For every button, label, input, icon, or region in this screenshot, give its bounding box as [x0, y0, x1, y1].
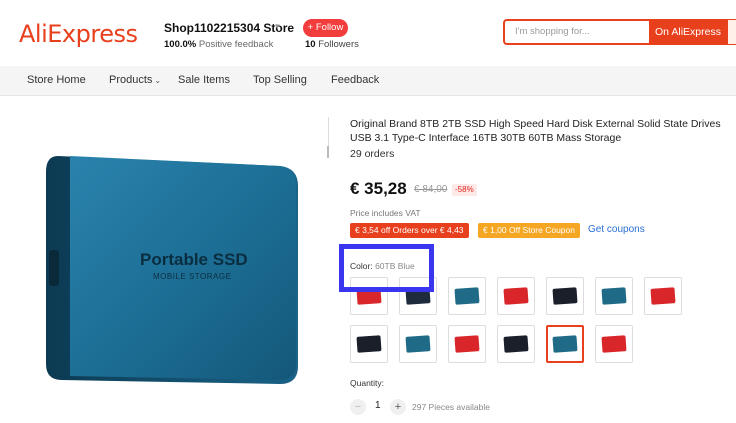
- color-swatch[interactable]: [595, 325, 633, 363]
- nav-products[interactable]: Products ⌄: [109, 74, 161, 86]
- nav-feedback[interactable]: Feedback: [331, 74, 379, 86]
- vat-note: Price includes VAT: [350, 208, 421, 218]
- nav-sale-items[interactable]: Sale Items: [178, 74, 230, 86]
- quantity-decrease-button[interactable]: −: [350, 399, 366, 415]
- nav-store-home[interactable]: Store Home: [27, 74, 86, 86]
- nav-products-label: Products: [109, 74, 153, 86]
- ssd-label: Portable SSD: [140, 250, 248, 269]
- search-scope-button[interactable]: [727, 19, 736, 45]
- color-swatch[interactable]: [644, 277, 682, 315]
- positive-feedback: 100.0% Positive feedback: [164, 39, 273, 50]
- quantity-input[interactable]: 1: [375, 400, 381, 411]
- orders-count: 29 orders: [350, 148, 395, 160]
- chevron-down-icon: ⌄: [154, 76, 162, 85]
- color-swatch[interactable]: [350, 325, 388, 363]
- follow-button[interactable]: + Follow: [303, 19, 348, 37]
- ssd-thumbnail: [503, 287, 529, 305]
- ssd-thumbnail: [552, 287, 578, 305]
- color-swatch[interactable]: [546, 325, 584, 363]
- search-button[interactable]: On AliExpress: [649, 19, 727, 45]
- ssd-thumbnail: [454, 287, 480, 305]
- original-price: € 84,00: [414, 184, 448, 195]
- ssd-thumbnail: [503, 335, 529, 353]
- followers-label: Followers: [318, 39, 359, 50]
- color-swatch[interactable]: [595, 277, 633, 315]
- ssd-thumbnail: [601, 335, 627, 353]
- followers-number: 10: [305, 39, 316, 50]
- quantity-label: Quantity:: [350, 378, 385, 388]
- ssd-thumbnail: [356, 335, 382, 353]
- store-coupon-badge[interactable]: € 1,00 Off Store Coupon: [478, 223, 580, 238]
- get-coupons-link[interactable]: Get coupons: [588, 224, 645, 235]
- coupon-badge[interactable]: € 3,54 off Orders over € 4,43: [350, 223, 469, 238]
- ssd-thumbnail: [601, 287, 627, 305]
- color-swatch[interactable]: [546, 277, 584, 315]
- color-swatch[interactable]: [497, 325, 535, 363]
- ssd-sublabel: MOBILE STORAGE: [153, 272, 232, 281]
- store-header: AliExpress Shop1102215304 Store ▾ 100.0%…: [0, 0, 736, 66]
- color-swatch[interactable]: [399, 325, 437, 363]
- feedback-value: 100.0%: [164, 39, 197, 50]
- quantity-increase-button[interactable]: +: [390, 399, 406, 415]
- search-input[interactable]: I'm shopping for...: [503, 19, 649, 45]
- aliexpress-logo[interactable]: AliExpress: [19, 20, 138, 48]
- color-swatch[interactable]: [448, 277, 486, 315]
- ssd-thumbnail: [650, 287, 676, 305]
- chevron-down-icon[interactable]: ▾: [275, 21, 280, 32]
- discount-badge: -58%: [452, 184, 477, 196]
- color-swatch[interactable]: [497, 277, 535, 315]
- nav-top-selling[interactable]: Top Selling: [253, 74, 307, 86]
- feedback-label: Positive feedback: [198, 39, 274, 50]
- color-swatch[interactable]: [448, 325, 486, 363]
- ssd-thumbnail: [454, 335, 480, 353]
- current-price: € 35,28: [350, 179, 407, 198]
- ssd-thumbnail: [552, 335, 578, 353]
- stock-available: 297 Pieces available: [412, 402, 490, 412]
- ssd-thumbnail: [405, 335, 431, 353]
- followers-count: 10 Followers: [305, 39, 359, 50]
- store-nav: Store Home Products ⌄ Sale Items Top Sell…: [0, 66, 736, 96]
- color-highlight-box: [339, 244, 434, 292]
- image-scroll-handle[interactable]: [327, 146, 329, 158]
- product-title: Original Brand 8TB 2TB SSD High Speed Ha…: [350, 118, 721, 144]
